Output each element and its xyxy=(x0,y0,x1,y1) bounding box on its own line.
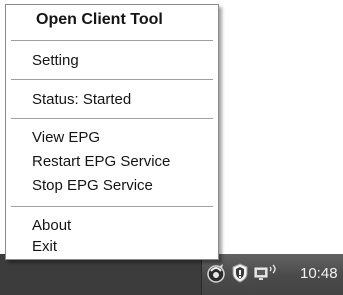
antivirus-tray-icon[interactable] xyxy=(205,262,227,284)
menu-separator xyxy=(11,206,213,207)
menu-item-view-epg[interactable]: View EPG xyxy=(32,128,100,148)
taskbar-clock[interactable]: 10:48 xyxy=(300,264,338,284)
menu-item-setting[interactable]: Setting xyxy=(32,51,79,71)
shield-icon[interactable] xyxy=(229,262,251,284)
menu-item-open-client-tool[interactable]: Open Client Tool xyxy=(36,10,163,30)
system-tray: 10:48 xyxy=(201,254,343,295)
desktop: 10:48 Open Client Tool Setting Status: S… xyxy=(0,0,343,295)
menu-separator xyxy=(11,79,213,80)
menu-item-about[interactable]: About xyxy=(32,216,71,236)
menu-separator xyxy=(11,118,213,119)
menu-item-status[interactable]: Status: Started xyxy=(32,90,131,110)
menu-item-exit[interactable]: Exit xyxy=(32,239,57,255)
menu-item-restart-epg-service[interactable]: Restart EPG Service xyxy=(32,152,170,172)
tray-context-menu: Open Client Tool Setting Status: Started… xyxy=(5,4,219,260)
menu-separator xyxy=(11,40,213,41)
wireless-network-icon[interactable] xyxy=(253,262,283,284)
menu-item-stop-epg-service[interactable]: Stop EPG Service xyxy=(32,176,153,196)
